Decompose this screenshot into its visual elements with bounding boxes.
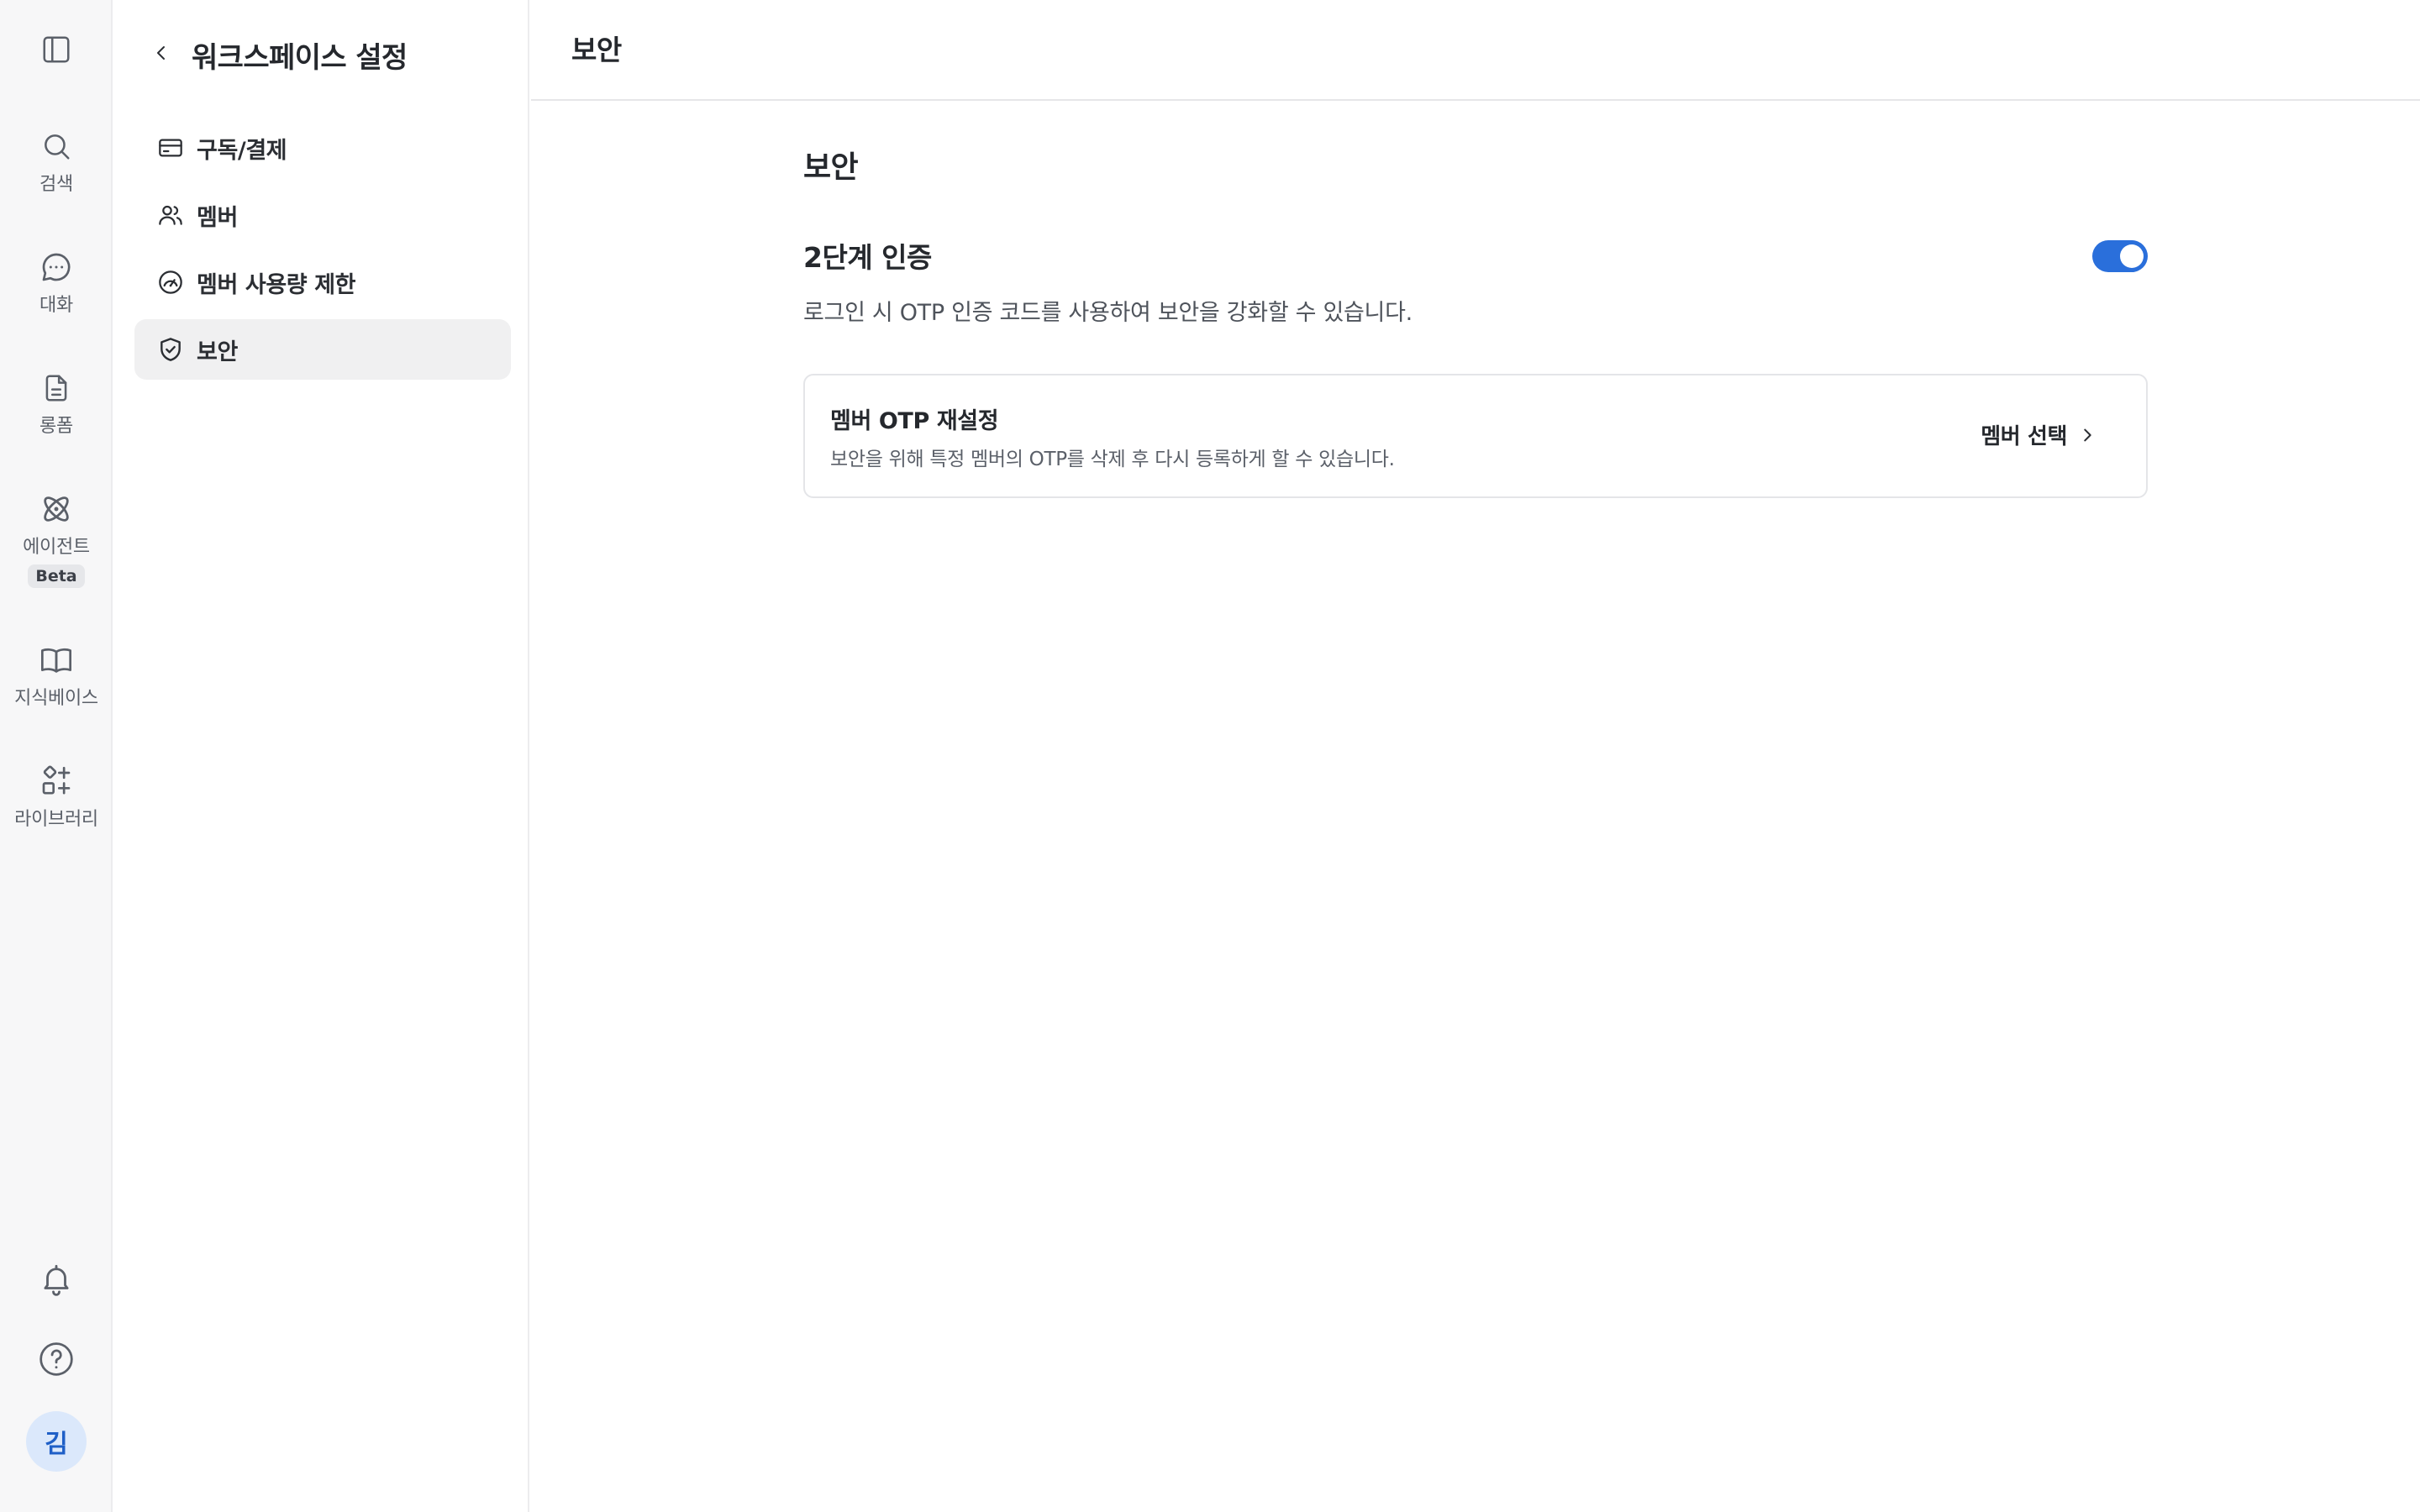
sidebar-item-label: 구독/결제 (197, 137, 287, 164)
icon-rail: 검색 대화 롱폼 에이전트 Beta 지식베이스 라이브러리 김 (0, 0, 113, 1512)
rail-item-library[interactable]: 라이브러리 (0, 763, 113, 832)
gauge-icon (156, 268, 185, 297)
rail-item-agent[interactable]: 에이전트 Beta (0, 491, 113, 588)
rail-label: 롱폼 (39, 416, 73, 437)
back-button[interactable] (145, 38, 178, 71)
rail-item-search[interactable]: 검색 (0, 128, 113, 197)
rail-item-chat[interactable]: 대화 (0, 249, 113, 318)
two-factor-toggle[interactable] (2092, 240, 2148, 272)
avatar: 김 (26, 1411, 87, 1472)
library-icon (38, 763, 75, 800)
document-icon (38, 370, 75, 407)
settings-sidebar: 워크스페이스 설정 구독/결제 멤버 멤버 사용량 제한 보안 (114, 0, 529, 1512)
rail-label: 대화 (39, 295, 73, 316)
help-button[interactable] (0, 1341, 113, 1381)
sidebar-toggle-icon[interactable] (39, 33, 73, 66)
rail-item-longform[interactable]: 롱폼 (0, 370, 113, 438)
sidebar-header: 워크스페이스 설정 (145, 34, 408, 76)
security-settings: 보안 2단계 인증 로그인 시 OTP 인증 코드를 사용하여 보안을 강화할 … (803, 143, 2148, 498)
sidebar-item-label: 멤버 (197, 204, 238, 231)
rail-item-knowledge-base[interactable]: 지식베이스 (0, 642, 113, 711)
chevron-right-icon (2077, 425, 2097, 445)
credit-card-icon (156, 134, 185, 162)
sidebar-item-security[interactable]: 보안 (134, 319, 511, 380)
sidebar-item-label: 보안 (197, 339, 238, 365)
sidebar-title: 워크스페이스 설정 (192, 40, 408, 75)
settings-nav: 구독/결제 멤버 멤버 사용량 제한 보안 (134, 118, 511, 386)
two-factor-description: 로그인 시 OTP 인증 코드를 사용하여 보안을 강화할 수 있습니다. (803, 300, 1413, 326)
help-icon (38, 1341, 75, 1381)
chat-icon (38, 249, 75, 286)
two-factor-section: 2단계 인증 로그인 시 OTP 인증 코드를 사용하여 보안을 강화할 수 있… (803, 235, 2148, 327)
search-icon (38, 128, 75, 165)
sidebar-item-members[interactable]: 멤버 (134, 185, 511, 245)
rail-label: 에이전트 (23, 537, 90, 558)
two-factor-title: 2단계 인증 (803, 241, 932, 274)
select-member-button[interactable]: 멤버 선택 (1981, 419, 2097, 450)
otp-reset-title: 멤버 OTP 재설정 (830, 408, 999, 434)
rail-label: 검색 (39, 174, 73, 195)
beta-badge: Beta (28, 564, 85, 588)
chevron-left-icon (151, 43, 171, 66)
select-member-label: 멤버 선택 (1981, 424, 2067, 449)
header-title: 보안 (571, 34, 622, 66)
notifications-button[interactable] (0, 1262, 113, 1300)
bell-icon (39, 1262, 74, 1300)
sidebar-item-usage-limit[interactable]: 멤버 사용량 제한 (134, 252, 511, 312)
otp-reset-card: 멤버 OTP 재설정 보안을 위해 특정 멤버의 OTP를 삭제 후 다시 등록… (803, 374, 2148, 498)
shield-check-icon (156, 335, 185, 364)
agent-icon (38, 491, 75, 528)
main-panel: 보안 보안 2단계 인증 로그인 시 OTP 인증 코드를 사용하여 보안을 강… (531, 0, 2420, 1512)
rail-label: 라이브러리 (14, 809, 98, 830)
sidebar-item-billing[interactable]: 구독/결제 (134, 118, 511, 178)
otp-reset-description: 보안을 위해 특정 멤버의 OTP를 삭제 후 다시 등록하게 할 수 있습니다… (830, 449, 1395, 470)
toggle-knob (2120, 244, 2144, 268)
user-avatar-button[interactable]: 김 (0, 1411, 113, 1472)
rail-label: 지식베이스 (14, 688, 98, 709)
sidebar-item-label: 멤버 사용량 제한 (197, 271, 356, 298)
page-title: 보안 (803, 150, 859, 185)
users-icon (156, 201, 185, 229)
book-icon (38, 642, 75, 679)
top-bar: 보안 (531, 0, 2420, 101)
